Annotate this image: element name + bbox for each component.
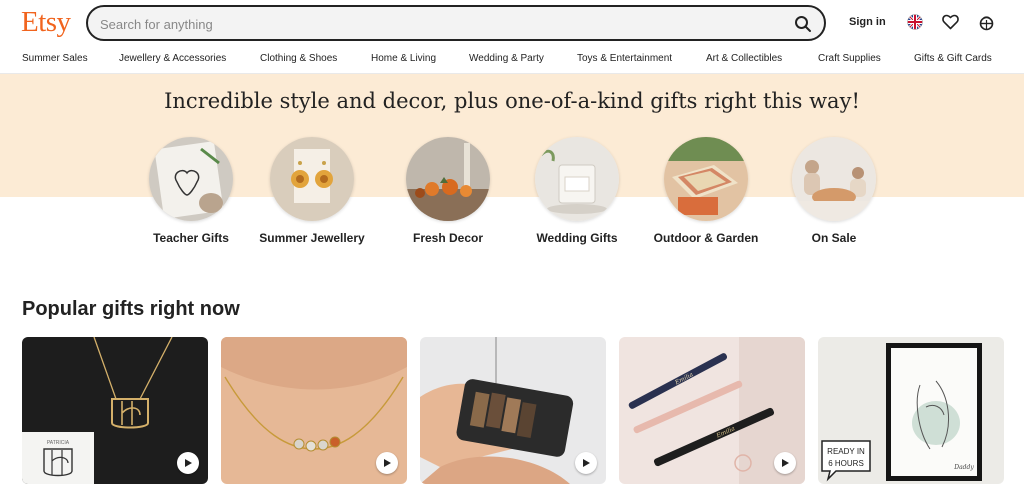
gift-card-necklace-initials[interactable]: PATRICIA — [22, 337, 208, 484]
gift-card-engraved-pens[interactable]: Emilia Emilia — [619, 337, 805, 484]
nav-item-home-living[interactable]: Home & Living — [371, 53, 436, 64]
category-nav: Summer Sales Jewellery & Accessories Clo… — [0, 48, 1024, 74]
popular-gifts-heading: Popular gifts right now — [22, 298, 240, 320]
category-image — [535, 137, 619, 221]
gift-card-birthstone-necklace[interactable] — [221, 337, 407, 484]
category-label: Outdoor & Garden — [653, 231, 759, 245]
search-button[interactable] — [790, 11, 816, 37]
category-summer-jewellery[interactable]: Summer Jewellery — [242, 137, 382, 246]
category-label: Summer Jewellery — [259, 231, 365, 245]
category-image — [664, 137, 748, 221]
gift-card-line-art-print[interactable]: Daddy READY IN 6 HOURS — [818, 337, 1004, 484]
nav-item-art[interactable]: Art & Collectibles — [706, 53, 782, 64]
category-wedding-gifts[interactable]: Wedding Gifts — [507, 137, 647, 246]
nav-item-craft[interactable]: Craft Supplies — [818, 53, 881, 64]
gift-card-mini-photo-book[interactable] — [420, 337, 606, 484]
category-label: Teacher Gifts — [153, 231, 229, 245]
print-signature: Daddy — [953, 464, 974, 471]
play-video-button[interactable] — [575, 452, 597, 474]
category-teacher-gifts[interactable]: Teacher Gifts — [121, 137, 261, 246]
category-image — [149, 137, 233, 221]
hero-title: Incredible style and decor, plus one-of-… — [164, 89, 860, 113]
category-outdoor-garden[interactable]: Outdoor & Garden — [636, 137, 776, 246]
nav-item-gifts[interactable]: Gifts & Gift Cards — [914, 53, 992, 64]
play-video-button[interactable] — [177, 452, 199, 474]
play-icon — [384, 459, 391, 467]
site-header: Etsy Sign in — [0, 0, 1024, 46]
basket-icon[interactable] — [977, 13, 995, 31]
play-icon — [782, 459, 789, 467]
sticker-line-1: READY IN — [827, 447, 865, 456]
category-fresh-decor[interactable]: Fresh Decor — [378, 137, 518, 246]
category-image — [270, 137, 354, 221]
play-icon — [185, 459, 192, 467]
nav-item-summer-sales[interactable]: Summer Sales — [22, 53, 88, 64]
category-label: On Sale — [811, 231, 857, 245]
category-image — [792, 137, 876, 221]
search-input[interactable] — [100, 14, 760, 34]
category-label: Wedding Gifts — [536, 231, 618, 245]
category-on-sale[interactable]: On Sale — [764, 137, 904, 246]
card-inset-text: PATRICIA — [47, 440, 70, 446]
search-icon — [795, 16, 811, 32]
uk-flag-icon[interactable] — [906, 13, 924, 31]
sign-in-link[interactable]: Sign in — [849, 16, 886, 28]
sticker-line-2: 6 HOURS — [828, 459, 864, 468]
nav-item-wedding[interactable]: Wedding & Party — [469, 53, 544, 64]
nav-item-clothing[interactable]: Clothing & Shoes — [260, 53, 337, 64]
nav-item-toys[interactable]: Toys & Entertainment — [577, 53, 672, 64]
play-video-button[interactable] — [774, 452, 796, 474]
play-icon — [583, 459, 590, 467]
play-video-button[interactable] — [376, 452, 398, 474]
etsy-logo[interactable]: Etsy — [21, 6, 71, 39]
heart-icon[interactable] — [941, 13, 959, 31]
category-image — [406, 137, 490, 221]
nav-item-jewellery[interactable]: Jewellery & Accessories — [119, 53, 226, 64]
search-bar[interactable] — [86, 5, 826, 41]
category-label: Fresh Decor — [412, 231, 484, 245]
